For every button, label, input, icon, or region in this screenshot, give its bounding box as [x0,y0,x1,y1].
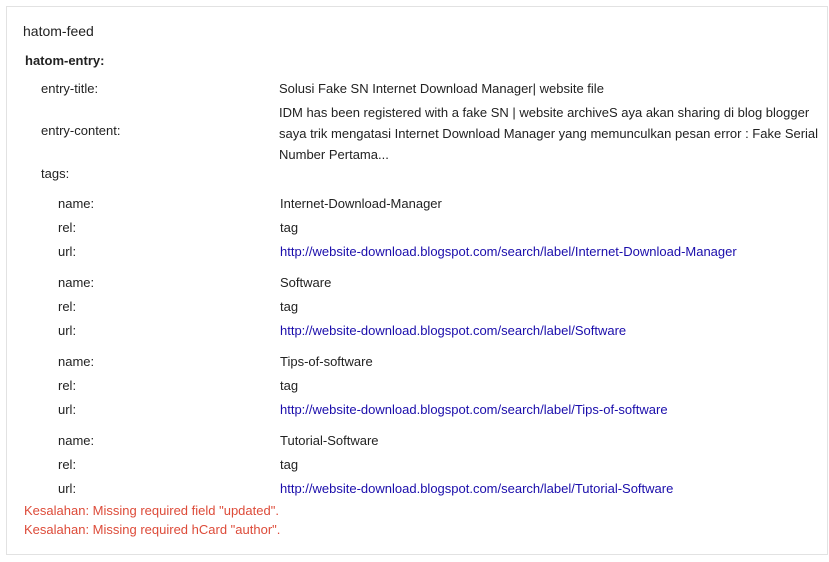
tag-url-link[interactable]: http://website-download.blogspot.com/sea… [280,480,673,498]
feed-title: hatom-feed [23,23,94,39]
tag-name-label: name: [58,433,95,448]
entry-heading: hatom-entry: [25,53,105,68]
error-message: Kesalahan: Missing required hCard "autho… [24,522,281,537]
tag-url-label: url: [58,244,77,259]
tag-name-label: name: [58,354,95,369]
tag-url-link[interactable]: http://website-download.blogspot.com/sea… [280,243,737,261]
tag-rel-label: rel: [58,378,77,393]
tag-rel-label: rel: [58,299,77,314]
tag-rel-value: tag [280,378,299,393]
tag-name-value: Tutorial-Software [280,433,379,448]
tag-rel-value: tag [280,457,299,472]
tag-name-value: Software [280,275,332,290]
tag-rel-value: tag [280,299,299,314]
tag-rel-label: rel: [58,220,77,235]
tag-name-label: name: [58,196,95,211]
tag-rel-value: tag [280,220,299,235]
tag-url-link[interactable]: http://website-download.blogspot.com/sea… [280,322,626,340]
entry-title-label: entry-title: [41,81,99,96]
tag-url-label: url: [58,402,77,417]
tag-rel-label: rel: [58,457,77,472]
tags-label: tags: [41,166,70,181]
entry-title-value: Solusi Fake SN Internet Download Manager… [279,81,604,96]
structured-data-panel: hatom-feed hatom-entry: entry-title: Sol… [6,6,828,555]
tag-url-link[interactable]: http://website-download.blogspot.com/sea… [280,401,668,419]
tag-name-value: Internet-Download-Manager [280,196,442,211]
tag-name-value: Tips-of-software [280,354,373,369]
entry-content-label: entry-content: [41,123,121,138]
tag-url-label: url: [58,481,77,496]
tag-name-label: name: [58,275,95,290]
error-message: Kesalahan: Missing required field "updat… [24,503,279,518]
tag-url-label: url: [58,323,77,338]
entry-content-value: IDM has been registered with a fake SN |… [279,105,819,162]
